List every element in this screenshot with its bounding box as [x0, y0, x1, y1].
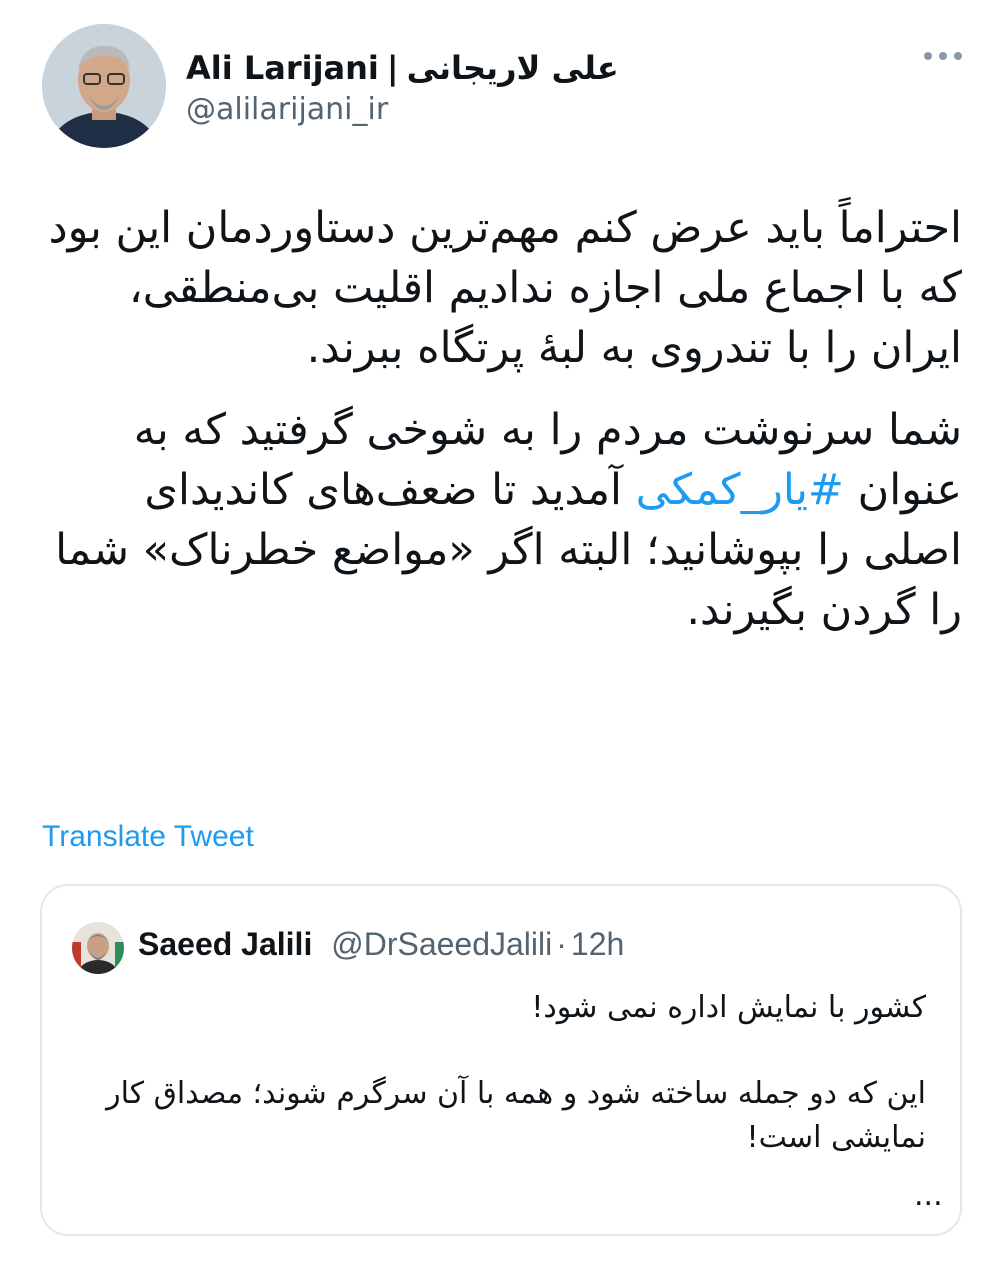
quoted-author-handle[interactable]: @DrSaeedJalili	[331, 926, 552, 962]
more-dot	[924, 52, 932, 60]
quoted-ellipsis: ...	[914, 1178, 943, 1213]
quoted-line-2: این که دو جمله ساخته شود و همه با آن سرگ…	[106, 1076, 926, 1155]
quoted-avatar-photo	[72, 922, 124, 974]
avatar-photo	[42, 24, 166, 148]
quoted-line-1: کشور با نمایش اداره نمی شود!	[531, 990, 926, 1025]
author-handle[interactable]: @alilarijani_ir	[186, 92, 388, 128]
author-name-latin: Ali Larijani	[186, 49, 379, 87]
more-dot	[939, 52, 947, 60]
name-separator: |	[386, 49, 399, 87]
author-name-persian: علی لاریجانی	[406, 49, 619, 87]
meta-dot: ·	[556, 926, 567, 962]
author-avatar[interactable]	[42, 24, 166, 148]
quoted-header: Saeed Jalili @DrSaeedJalili · 12h	[138, 924, 624, 964]
author-name[interactable]: Ali Larijani | علی لاریجانی	[186, 48, 619, 88]
tweet-paragraph-2: شما سرنوشت مردم را به شوخی گرفتید که به …	[40, 400, 962, 640]
quoted-timestamp[interactable]: 12h	[571, 926, 624, 962]
hashtag-link[interactable]: #یار_کمکی	[636, 465, 844, 515]
quoted-tweet[interactable]: Saeed Jalili @DrSaeedJalili · 12h کشور با …	[40, 884, 962, 1236]
quoted-author-avatar[interactable]	[72, 922, 124, 974]
translate-tweet-link[interactable]: Translate Tweet	[42, 820, 254, 854]
quoted-text: کشور با نمایش اداره نمی شود! این که دو ج…	[72, 986, 926, 1160]
tweet-text: احتراماً باید عرض کنم مهم‌ترین دستاوردما…	[40, 198, 962, 640]
quoted-author-name[interactable]: Saeed Jalili	[138, 926, 312, 962]
tweet-paragraph-1: احتراماً باید عرض کنم مهم‌ترین دستاوردما…	[48, 203, 962, 373]
more-options-icon[interactable]	[924, 52, 962, 60]
more-dot	[954, 52, 962, 60]
tweet: Ali Larijani | علی لاریجانی @alilarijani_i…	[0, 0, 1006, 1280]
